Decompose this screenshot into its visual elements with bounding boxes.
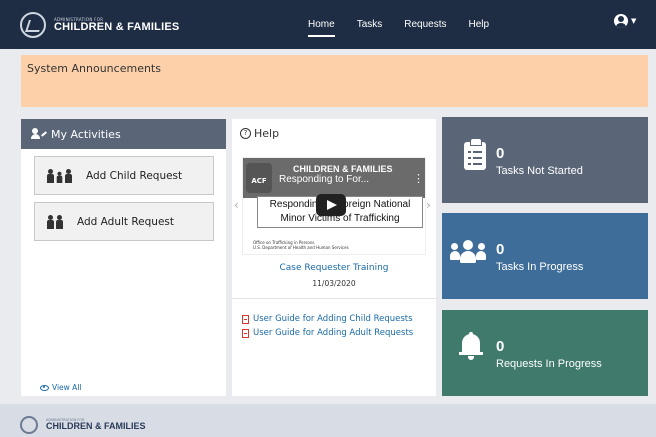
- users-icon: [450, 239, 486, 267]
- nav-home[interactable]: Home: [308, 19, 335, 37]
- user-edit-icon: [31, 128, 47, 140]
- pdf-icon: [242, 328, 249, 338]
- question-circle-icon: ?: [240, 128, 251, 139]
- nav-requests[interactable]: Requests: [404, 19, 446, 37]
- my-activities-panel: My Activities Add Child Request Add Adul…: [21, 119, 226, 396]
- top-navbar: Administration for CHILDREN & FAMILIES H…: [0, 0, 656, 49]
- video-date: 11/03/2020: [312, 279, 356, 288]
- tasks-in-progress-label: Tasks In Progress: [496, 261, 584, 273]
- nav-tasks[interactable]: Tasks: [357, 19, 383, 37]
- acf-logo[interactable]: Administration for CHILDREN & FAMILIES: [20, 10, 179, 40]
- requests-in-progress-card[interactable]: 0 Requests In Progress: [442, 310, 648, 396]
- user-circle-icon: [614, 14, 628, 28]
- pdf-icon: [242, 314, 249, 324]
- main-nav: Home Tasks Requests Help: [308, 19, 511, 37]
- system-announcements: System Announcements: [21, 55, 648, 107]
- guide-child-link[interactable]: User Guide for Adding Child Requests: [242, 314, 413, 324]
- children-icon: [47, 168, 74, 183]
- add-adult-request-label: Add Adult Request: [77, 215, 175, 228]
- activities-header: My Activities: [21, 119, 226, 149]
- add-adult-request-button[interactable]: Add Adult Request: [34, 202, 214, 241]
- help-header: ? Help: [240, 127, 279, 140]
- help-title: Help: [254, 127, 280, 140]
- play-button-icon[interactable]: [316, 194, 346, 216]
- video-caption: Responding to For...: [279, 174, 370, 185]
- requests-in-progress-label: Requests In Progress: [496, 358, 602, 370]
- carousel-next-icon[interactable]: ›: [426, 198, 431, 212]
- video-brand: CHILDREN & FAMILIES: [293, 164, 393, 174]
- help-panel: ? Help ‹ › ACF CHILDREN & FAMILIES Respo…: [232, 119, 436, 396]
- user-menu-button[interactable]: ▼: [614, 14, 636, 28]
- tasks-not-started-label: Tasks Not Started: [496, 165, 583, 177]
- requests-in-progress-count: 0: [496, 338, 505, 355]
- view-all-link[interactable]: View All: [40, 383, 81, 392]
- hhs-seal-icon: [20, 416, 38, 434]
- announcements-title: System Announcements: [27, 62, 161, 75]
- tasks-in-progress-count: 0: [496, 241, 505, 258]
- eye-icon: [40, 384, 49, 391]
- training-video[interactable]: ACF CHILDREN & FAMILIES Responding to Fo…: [242, 157, 426, 255]
- video-footer: Office on Trafficking in Persons U.S. De…: [253, 240, 349, 250]
- activities-title: My Activities: [51, 127, 121, 141]
- video-title-link[interactable]: Case Requester Training: [232, 263, 436, 273]
- page-footer: Administration for CHILDREN & FAMILIES: [0, 404, 656, 437]
- tasks-in-progress-card[interactable]: 0 Tasks In Progress: [442, 213, 648, 299]
- add-child-request-button[interactable]: Add Child Request: [34, 156, 214, 195]
- bell-icon: [459, 332, 483, 362]
- nav-help[interactable]: Help: [469, 19, 490, 37]
- logo-title: CHILDREN & FAMILIES: [54, 20, 180, 33]
- guide-adult-link[interactable]: User Guide for Adding Adult Requests: [242, 328, 413, 338]
- tasks-not-started-card[interactable]: 0 Tasks Not Started: [442, 117, 648, 203]
- clipboard-list-icon: [464, 138, 486, 170]
- add-child-request-label: Add Child Request: [86, 169, 183, 182]
- adults-icon: [47, 214, 65, 229]
- caret-down-icon: ▼: [631, 17, 637, 25]
- more-options-icon[interactable]: ⋮: [413, 172, 424, 185]
- acf-video-logo: ACF: [246, 163, 272, 193]
- hhs-seal-icon: [20, 12, 46, 38]
- footer-logo-title: CHILDREN & FAMILIES: [46, 421, 146, 432]
- view-all-label: View All: [52, 383, 82, 392]
- carousel-prev-icon[interactable]: ‹: [234, 198, 239, 212]
- tasks-not-started-count: 0: [496, 145, 505, 162]
- footer-logo[interactable]: Administration for CHILDREN & FAMILIES: [20, 416, 146, 434]
- divider: [232, 298, 436, 299]
